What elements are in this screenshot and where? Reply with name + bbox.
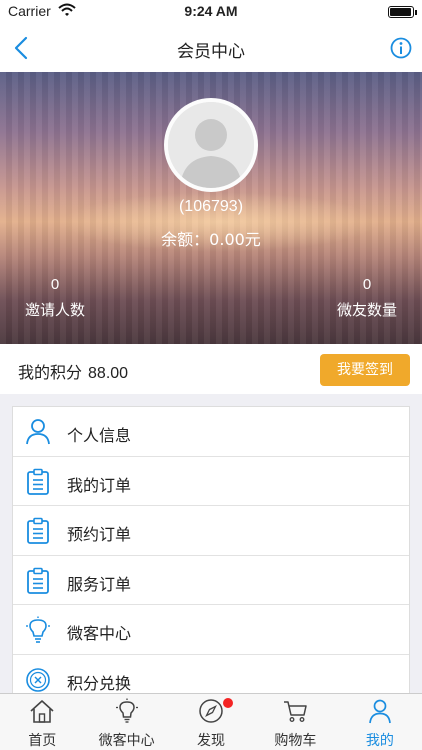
notification-badge [223, 698, 234, 708]
tab-bar: 首页 微客中心 发现 购物车 我的 [0, 693, 422, 750]
points-text: 我的积分 88.00 [18, 359, 128, 383]
invite-count: 0 [50, 276, 60, 293]
menu-item-my-orders[interactable]: 我的订单 [13, 457, 409, 506]
home-icon [30, 700, 54, 723]
user-id: (106793) [178, 198, 244, 215]
tab-label: 购物车 [274, 733, 317, 749]
status-bar: Carrier 9:24 AM [0, 0, 422, 24]
menu-item-reservation-orders[interactable]: 预约订单 [13, 506, 409, 556]
battery-level [390, 8, 411, 16]
clipboard-icon [27, 567, 49, 594]
fans-label: 微友数量 [336, 301, 397, 319]
menu-item-label: 微客中心 [67, 624, 132, 643]
menu-item-profile[interactable]: 个人信息 [13, 407, 409, 457]
clipboard-icon [27, 468, 49, 495]
menu-item-label: 个人信息 [67, 426, 132, 445]
menu-item-service-orders[interactable]: 服务订单 [13, 556, 409, 605]
invite-label: 邀请人数 [24, 301, 85, 319]
menu-item-weike-center[interactable]: 微客中心 [13, 605, 409, 655]
page-title: 会员中心 [177, 42, 245, 62]
menu-item-label: 我的订单 [67, 475, 132, 495]
menu-item-label: 服务订单 [67, 574, 132, 594]
menu-list: 个人信息 我的订单 预约订单 服务订单 微客中心 积分兑换 [12, 406, 410, 705]
cart-icon [284, 701, 308, 722]
tab-label: 微客中心 [98, 733, 155, 749]
points-row: 我的积分 88.00 我要签到 [0, 344, 422, 394]
default-avatar-icon [168, 102, 254, 188]
tab-label: 我的 [365, 733, 394, 749]
info-icon[interactable] [390, 37, 412, 59]
profile-header: (106793) 余额：0.00元 0 邀请人数 0 微友数量 [0, 72, 422, 344]
status-time: 9:24 AM [184, 3, 238, 19]
menu-item-label: 预约订单 [67, 525, 132, 544]
avatar[interactable] [164, 98, 258, 192]
points-label: 我的积分 [18, 363, 83, 382]
invite-stat[interactable]: 0 邀请人数 [0, 276, 110, 320]
person-icon [26, 419, 50, 445]
lightbulb-icon [115, 698, 138, 723]
points-icon [26, 667, 50, 692]
menu-item-label: 积分兑换 [67, 673, 132, 693]
clipboard-icon [27, 517, 49, 544]
points-value: 88.00 [88, 365, 129, 382]
account-balance: 余额：0.00元 [161, 230, 261, 249]
tab-cart[interactable]: 购物车 [253, 694, 337, 750]
lightbulb-icon [26, 616, 50, 643]
tab-mine[interactable]: 我的 [338, 694, 422, 750]
battery-icon [388, 6, 417, 18]
tab-discover[interactable]: 发现 [169, 694, 253, 750]
navigation-bar: 会员中心 [0, 24, 422, 72]
tab-label: 发现 [197, 733, 226, 749]
compass-icon [199, 699, 223, 723]
fans-count: 0 [362, 276, 372, 293]
tab-label: 首页 [28, 733, 57, 749]
fans-stat[interactable]: 0 微友数量 [312, 276, 422, 320]
tab-home[interactable]: 首页 [0, 694, 84, 750]
tab-weike-center[interactable]: 微客中心 [84, 694, 168, 750]
checkin-button[interactable]: 我要签到 [320, 354, 410, 386]
person-icon [368, 699, 391, 724]
